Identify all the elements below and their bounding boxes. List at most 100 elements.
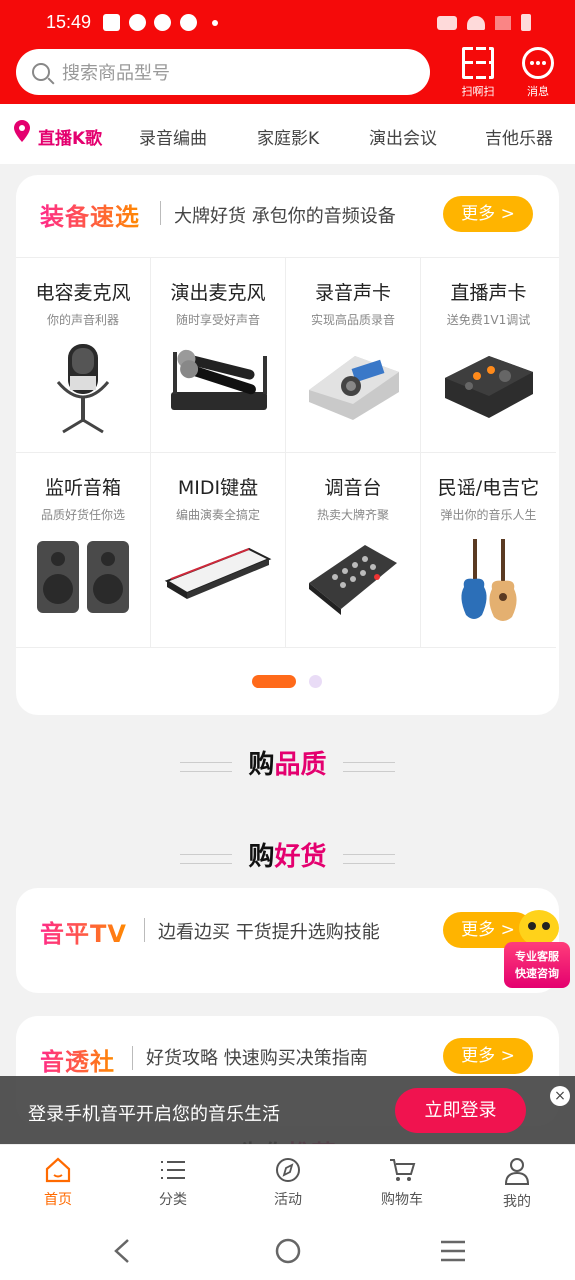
title-decor-right — [343, 762, 395, 772]
yintou-club-title: 音透社 — [40, 1042, 115, 1077]
equipment-item-guitar[interactable]: 民谣/电吉它 弹出你的音乐人生 — [421, 453, 556, 648]
home-icon — [45, 1157, 71, 1183]
yintou-club-subtitle: 好货攻略 快速购买决策指南 — [146, 1048, 368, 1069]
nav-category[interactable]: 分类 — [133, 1157, 213, 1209]
wifi-icon — [467, 15, 485, 30]
item-title: 调音台 — [324, 477, 382, 499]
search-icon — [32, 63, 50, 81]
equipment-item-performance-mic[interactable]: 演出麦克风 随时享受好声音 — [151, 258, 286, 453]
item-subtitle: 编曲演奏全搞定 — [175, 508, 260, 522]
close-icon[interactable]: × — [550, 1086, 570, 1106]
list-icon — [161, 1161, 185, 1179]
item-title: 直播声卡 — [450, 282, 527, 304]
status-time: 15:49 — [46, 12, 92, 32]
title-decor-left — [180, 854, 232, 864]
equipment-item-midi-keyboard[interactable]: MIDI键盘 编曲演奏全搞定 — [151, 453, 286, 648]
equipment-item-condenser-mic[interactable]: 电容麦克风 你的声音利器 — [16, 258, 151, 453]
tab-performance[interactable]: 演出会议 — [369, 124, 437, 149]
cart-icon — [390, 1159, 416, 1181]
goods-section-title: 购好货 — [0, 836, 575, 873]
title-decor-left — [180, 762, 232, 772]
menu-icon[interactable] — [440, 1239, 466, 1263]
equipment-item-monitor-speaker[interactable]: 监听音箱 品质好货任你选 — [16, 453, 151, 648]
pager-dot-active[interactable] — [252, 675, 296, 688]
equipment-card: 装备速选 大牌好货 承包你的音频设备 更多 > 电容麦克风 你的声音利器 演出麦… — [16, 175, 559, 715]
login-banner: 登录手机音平开启您的音乐生活 立即登录 × — [0, 1076, 575, 1144]
yinping-tv-subtitle: 边看边买 干货提升选购技能 — [158, 922, 380, 943]
equipment-card-header: 装备速选 大牌好货 承包你的音频设备 更多 > — [16, 175, 559, 255]
item-title: 监听音箱 — [44, 477, 121, 499]
mixer-icon — [309, 545, 397, 615]
scan-button[interactable]: 扫啊扫 — [452, 47, 504, 101]
top-header: 15:49 搜索商品型号 扫啊扫 消息 — [0, 0, 575, 104]
nav-cart[interactable]: 购物车 — [362, 1157, 442, 1209]
equipment-more-button[interactable]: 更多 > — [443, 196, 533, 232]
item-subtitle: 随时享受好声音 — [175, 313, 260, 327]
equipment-item-live-soundcard[interactable]: 直播声卡 送免费1V1调试 — [421, 258, 556, 453]
item-title: 演出麦克风 — [170, 282, 266, 304]
status-icons — [437, 14, 531, 31]
equipment-item-mixer[interactable]: 调音台 热卖大牌齐聚 — [286, 453, 421, 648]
login-button[interactable]: 立即登录 — [395, 1088, 526, 1133]
item-subtitle: 送免费1V1调试 — [446, 313, 531, 327]
title-prefix: 购 — [248, 842, 275, 872]
equipment-subtitle: 大牌好货 承包你的音频设备 — [174, 206, 396, 227]
title-prefix: 购 — [248, 750, 275, 780]
nav-home[interactable]: 首页 — [18, 1157, 98, 1209]
pager-dot[interactable] — [309, 675, 322, 688]
messages-button[interactable]: 消息 — [512, 47, 564, 101]
category-tabs: 直播K歌 录音编曲 家庭影K 演出会议 吉他乐器 — [0, 104, 575, 164]
item-subtitle: 弹出你的音乐人生 — [440, 508, 537, 522]
status-bar: 15:49 — [0, 0, 575, 44]
item-title: MIDI键盘 — [177, 477, 259, 499]
battery-icon — [521, 14, 531, 31]
nav-activity[interactable]: 活动 — [248, 1157, 328, 1209]
guitar-icon — [460, 539, 517, 621]
system-navigation-bar — [0, 1224, 575, 1280]
equipment-grid: 电容麦克风 你的声音利器 演出麦克风 随时享受好声音 录音声卡 实现高品质录音 … — [16, 257, 559, 648]
divider — [144, 918, 145, 942]
compass-icon — [276, 1158, 300, 1182]
quality-section-title: 购品质 — [0, 744, 575, 781]
monitor-speaker-icon — [37, 541, 129, 613]
customer-service-line1: 专业客服 — [515, 950, 559, 963]
more-notifications-icon — [212, 20, 218, 26]
nav-category-label: 分类 — [159, 1192, 187, 1208]
customer-service-button[interactable]: 专业客服 快速咨询 — [504, 910, 570, 988]
live-soundcard-icon — [444, 356, 533, 418]
item-subtitle: 品质好货任你选 — [40, 508, 125, 522]
search-input[interactable]: 搜索商品型号 — [16, 49, 430, 95]
nav-profile[interactable]: 我的 — [477, 1157, 557, 1211]
vibrate-icon — [437, 15, 457, 30]
yintou-club-more-button[interactable]: 更多 > — [443, 1038, 533, 1074]
item-title: 民谣/电吉它 — [437, 477, 540, 499]
tab-recording[interactable]: 录音编曲 — [139, 124, 207, 149]
app-notification-icon — [180, 14, 197, 31]
customer-service-line2: 快速咨询 — [515, 967, 559, 980]
item-subtitle: 热卖大牌齐聚 — [316, 508, 389, 522]
equipment-item-recording-interface[interactable]: 录音声卡 实现高品质录音 — [286, 258, 421, 453]
login-banner-text: 登录手机音平开启您的音乐生活 — [28, 1104, 280, 1125]
location-pin-icon — [14, 120, 30, 142]
customer-service-label: 专业客服 快速咨询 — [504, 942, 570, 988]
mail-notification-icon — [103, 14, 120, 31]
nav-cart-label: 购物车 — [381, 1192, 423, 1208]
tab-home-theater[interactable]: 家庭影K — [257, 124, 319, 149]
mascot-icon — [519, 910, 559, 946]
midi-keyboard-icon — [164, 547, 272, 599]
tab-live-karaoke[interactable]: 直播K歌 — [38, 124, 102, 149]
back-icon[interactable] — [112, 1238, 132, 1264]
messages-label: 消息 — [527, 85, 549, 98]
signal-icon — [495, 15, 511, 30]
scan-icon — [462, 47, 494, 79]
scan-label: 扫啊扫 — [461, 85, 495, 98]
equipment-title: 装备速选 — [40, 197, 140, 232]
nav-activity-label: 活动 — [274, 1192, 302, 1208]
title-highlight: 品质 — [274, 750, 327, 780]
item-title: 录音声卡 — [314, 282, 391, 304]
chat-bubble-icon — [522, 47, 554, 79]
yinping-tv-card[interactable]: 音平TV 边看边买 干货提升选购技能 更多 > — [16, 888, 559, 993]
item-title: 电容麦克风 — [35, 282, 131, 304]
tab-guitar[interactable]: 吉他乐器 — [485, 124, 553, 149]
home-circle-icon[interactable] — [274, 1237, 302, 1265]
